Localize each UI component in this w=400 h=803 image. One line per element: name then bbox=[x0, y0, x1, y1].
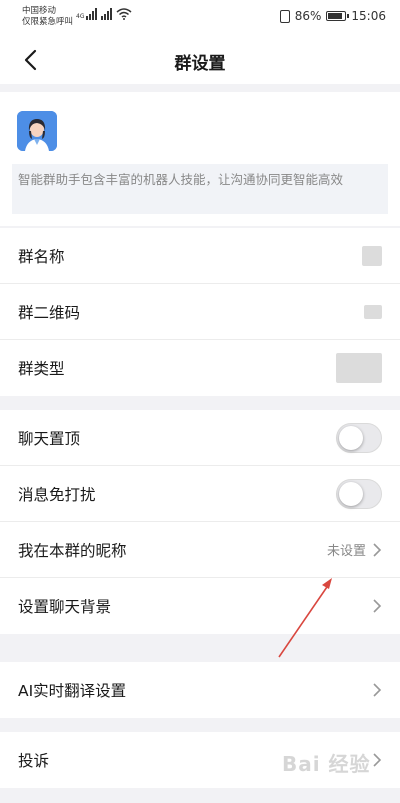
chevron-right-icon bbox=[373, 753, 382, 767]
pin-chat-row: 聊天置顶 bbox=[0, 410, 400, 466]
qrcode-value-redacted bbox=[364, 304, 382, 319]
chat-options-section: 聊天置顶 消息免打扰 我在本群的昵称 未设置 设置聊天背景 bbox=[0, 410, 400, 634]
signal-group: 4G bbox=[76, 8, 132, 20]
nickname-label: 我在本群的昵称 bbox=[18, 541, 127, 560]
ai-translate-label: AI实时翻译设置 bbox=[18, 682, 127, 700]
battery-percent: 86% bbox=[294, 9, 322, 23]
ai-translate-row[interactable]: AI实时翻译设置 bbox=[0, 662, 400, 718]
mute-label: 消息免打扰 bbox=[18, 485, 96, 504]
assistant-description: 智能群助手包含丰富的机器人技能，让沟通协同更智能高效 bbox=[12, 164, 388, 214]
signal-icon bbox=[86, 8, 98, 20]
pin-chat-toggle[interactable] bbox=[336, 422, 382, 453]
nickname-row[interactable]: 我在本群的昵称 未设置 bbox=[0, 522, 400, 578]
group-name-row[interactable]: 群名称 bbox=[0, 228, 400, 284]
report-label: 投诉 bbox=[18, 752, 50, 770]
wifi-icon bbox=[116, 8, 132, 20]
chevron-right-icon bbox=[373, 542, 382, 557]
toggle-knob bbox=[339, 425, 363, 450]
group-name-value-redacted bbox=[362, 245, 382, 266]
group-qrcode-label: 群二维码 bbox=[18, 303, 81, 322]
group-type-value-redacted bbox=[336, 353, 382, 383]
chat-background-label: 设置聊天背景 bbox=[18, 598, 112, 616]
mute-toggle[interactable] bbox=[336, 478, 382, 509]
assistant-avatar[interactable] bbox=[17, 111, 57, 151]
vibrate-icon bbox=[279, 9, 290, 23]
battery-icon bbox=[326, 11, 350, 21]
group-qrcode-row[interactable]: 群二维码 bbox=[0, 284, 400, 340]
signal-icon bbox=[101, 8, 113, 20]
clock: 15:06 bbox=[351, 9, 386, 23]
mute-row: 消息免打扰 bbox=[0, 466, 400, 522]
carrier-info: 中国移动 仅限紧急呼叫 bbox=[22, 6, 73, 28]
group-info-section: 群名称 群二维码 群类型 bbox=[0, 228, 400, 396]
pin-chat-label: 聊天置顶 bbox=[18, 429, 81, 448]
avatar-person-icon bbox=[17, 111, 57, 151]
group-type-label: 群类型 bbox=[18, 360, 65, 378]
nav-bar: 群设置 bbox=[0, 36, 400, 84]
watermark: Bai 经验 bbox=[282, 752, 371, 776]
status-bar: 中国移动 仅限紧急呼叫 4G 86% 15:06 bbox=[0, 0, 400, 36]
chevron-right-icon bbox=[373, 683, 382, 697]
carrier-name: 中国移动 bbox=[22, 6, 57, 16]
chat-background-row[interactable]: 设置聊天背景 bbox=[0, 578, 400, 634]
toggle-knob bbox=[339, 481, 363, 506]
group-name-label: 群名称 bbox=[18, 247, 65, 266]
network-type: 4G bbox=[76, 13, 85, 20]
chevron-right-icon bbox=[373, 599, 382, 613]
translate-section: AI实时翻译设置 bbox=[0, 662, 400, 718]
carrier-status: 仅限紧急呼叫 bbox=[22, 17, 74, 27]
nickname-value: 未设置 bbox=[326, 544, 366, 559]
status-right: 86% 15:06 bbox=[279, 9, 386, 23]
group-type-row[interactable]: 群类型 bbox=[0, 340, 400, 396]
page-title: 群设置 bbox=[174, 54, 226, 74]
group-assistant-panel: 智能群助手包含丰富的机器人技能，让沟通协同更智能高效 bbox=[0, 92, 400, 226]
